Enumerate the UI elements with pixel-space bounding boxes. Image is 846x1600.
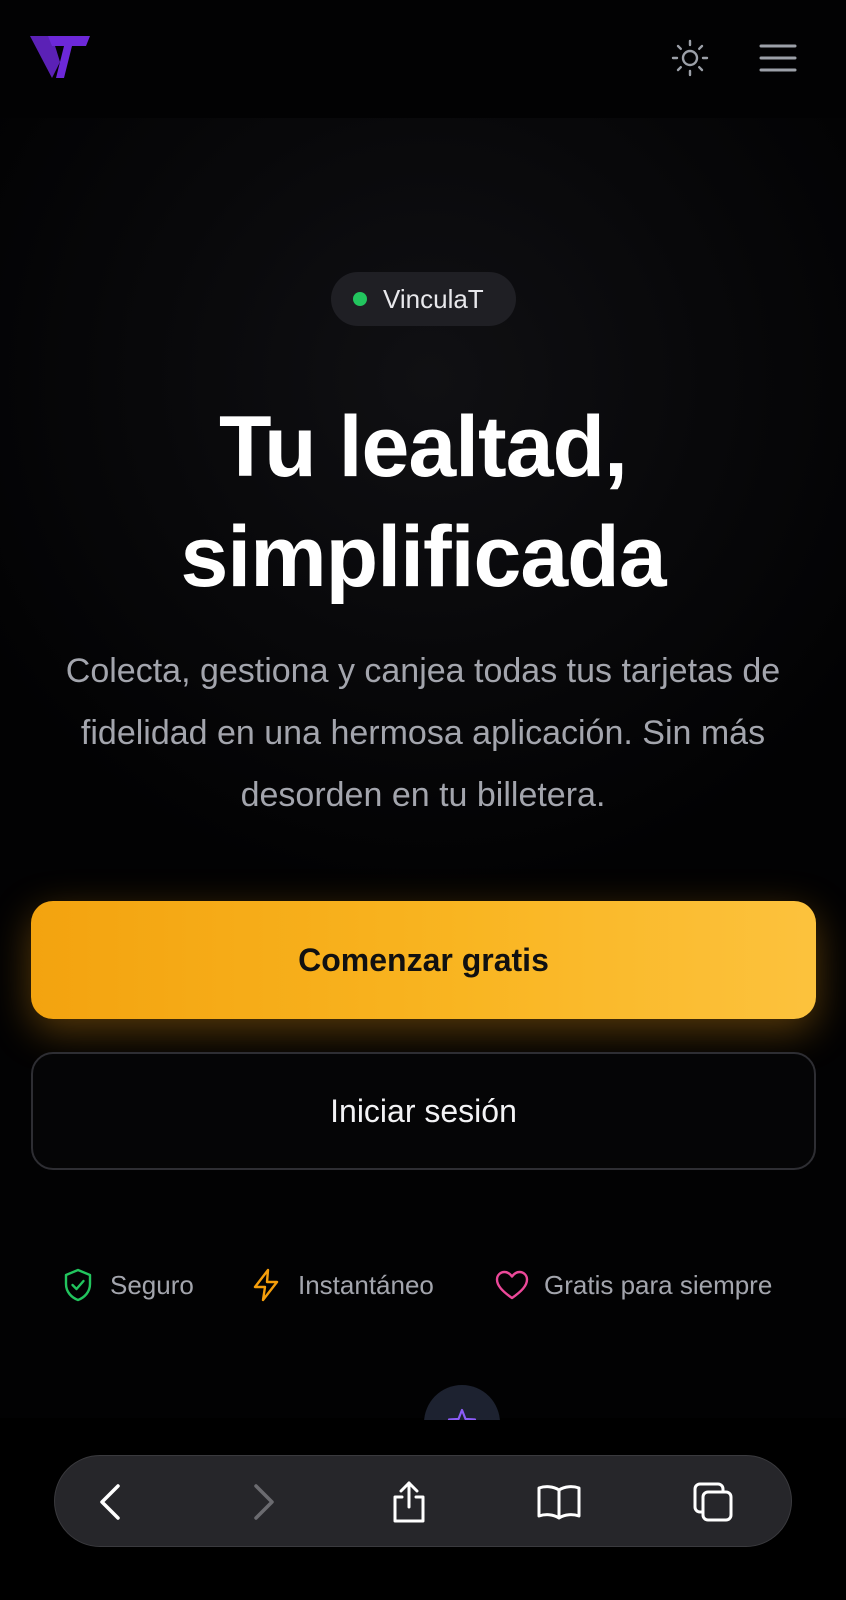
bookmarks-button[interactable] <box>533 1476 585 1528</box>
bolt-icon <box>253 1268 279 1302</box>
badge-label: VinculaT <box>383 283 484 314</box>
login-button[interactable]: Iniciar sesión <box>31 1052 816 1170</box>
feature-list: Seguro Instantáneo Gratis para siempre <box>0 1260 846 1310</box>
hamburger-icon <box>759 44 797 72</box>
vt-logo-icon <box>30 36 90 78</box>
theme-toggle-button[interactable] <box>668 36 712 80</box>
start-free-button[interactable]: Comenzar gratis <box>31 901 816 1019</box>
share-icon <box>393 1481 425 1523</box>
hero-subtitle: Colecta, gestiona y canjea todas tus tar… <box>65 652 781 814</box>
shield-check-icon <box>64 1268 92 1302</box>
back-icon <box>100 1484 120 1520</box>
feature-secure: Seguro <box>60 1260 194 1310</box>
forward-button[interactable] <box>237 1476 289 1528</box>
tabs-icon <box>693 1482 733 1522</box>
brand-badge: VinculaT <box>331 272 516 326</box>
bookmarks-icon <box>537 1485 581 1520</box>
tabs-button[interactable] <box>687 1476 739 1528</box>
back-button[interactable] <box>85 1476 137 1528</box>
status-dot <box>353 292 367 306</box>
feature-instant: Instantáneo <box>248 1260 434 1310</box>
feature-free: Gratis para siempre <box>494 1260 772 1310</box>
menu-button[interactable] <box>756 36 800 80</box>
forward-icon <box>254 1484 274 1520</box>
headline-line-2: simplificada <box>180 509 666 605</box>
browser-toolbar-pill <box>54 1455 792 1547</box>
share-button[interactable] <box>383 1476 435 1528</box>
logo[interactable] <box>30 34 92 80</box>
top-navigation <box>0 0 846 118</box>
page-title: Tu lealtad, simplificada <box>0 392 846 612</box>
feature-label: Instantáneo <box>298 1269 434 1300</box>
landing-page: VinculaT Tu lealtad, simplificada Colect… <box>0 0 846 1600</box>
headline-line-1: Tu lealtad, <box>219 399 628 495</box>
feature-label: Seguro <box>110 1269 194 1300</box>
sun-icon <box>671 39 709 77</box>
browser-toolbar <box>0 1420 846 1600</box>
heart-icon <box>495 1270 529 1300</box>
feature-label: Gratis para siempre <box>544 1269 773 1300</box>
